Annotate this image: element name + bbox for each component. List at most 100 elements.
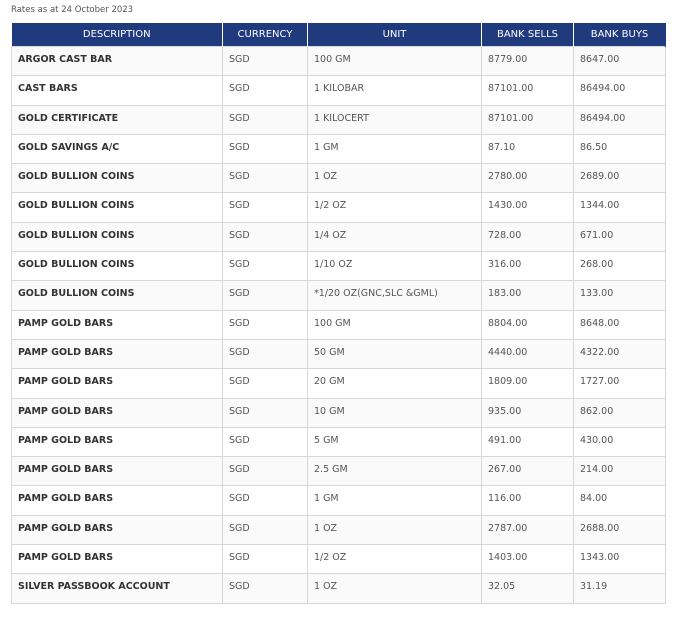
cell-unit: *1/20 OZ(GNC,SLC &GML) — [307, 280, 482, 311]
cell-bank-sells: 183.00 — [481, 280, 574, 311]
cell-bank-buys: 1343.00 — [573, 544, 666, 575]
cell-bank-buys: 86494.00 — [573, 75, 666, 106]
cell-bank-buys: 1344.00 — [573, 192, 666, 223]
cell-bank-buys: 133.00 — [573, 280, 666, 311]
cell-unit: 10 GM — [307, 397, 482, 428]
cell-unit: 5 GM — [307, 426, 482, 458]
cell-bank-sells: 32.05 — [481, 573, 574, 604]
cell-currency: SGD — [222, 192, 308, 223]
table-row: PAMP GOLD BARS SGD 1/2 OZ 1403.00 1343.0… — [11, 544, 666, 575]
table-row: GOLD SAVINGS A/C SGD 1 GM 87.10 86.50 — [11, 133, 666, 165]
cell-description: GOLD CERTIFICATE — [11, 104, 223, 135]
cell-bank-buys: 84.00 — [573, 485, 666, 516]
cell-bank-sells: 87101.00 — [481, 75, 574, 106]
cell-unit: 1 OZ — [307, 163, 482, 194]
cell-description: PAMP GOLD BARS — [11, 368, 223, 399]
cell-currency: SGD — [222, 456, 308, 487]
cell-bank-sells: 267.00 — [481, 456, 574, 487]
table-row: GOLD BULLION COINS SGD 1/2 OZ 1430.00 13… — [11, 192, 666, 223]
header-unit: UNIT — [307, 23, 482, 47]
cell-unit: 1 GM — [307, 485, 482, 516]
cell-bank-sells: 116.00 — [481, 485, 574, 516]
cell-bank-buys: 671.00 — [573, 221, 666, 253]
cell-unit: 2.5 GM — [307, 456, 482, 487]
cell-currency: SGD — [222, 338, 308, 370]
cell-currency: SGD — [222, 133, 308, 165]
table-row: SILVER PASSBOOK ACCOUNT SGD 1 OZ 32.05 3… — [11, 573, 666, 604]
cell-bank-buys: 214.00 — [573, 456, 666, 487]
cell-description: PAMP GOLD BARS — [11, 514, 223, 546]
cell-description: GOLD BULLION COINS — [11, 163, 223, 194]
cell-description: PAMP GOLD BARS — [11, 544, 223, 575]
cell-bank-buys: 4322.00 — [573, 338, 666, 370]
table-row: PAMP GOLD BARS SGD 1 GM 116.00 84.00 — [11, 485, 666, 516]
cell-description: ARGOR CAST BAR — [11, 45, 223, 77]
table-header: DESCRIPTION CURRENCY UNIT BANK SELLS BAN… — [11, 23, 666, 47]
table-row: PAMP GOLD BARS SGD 2.5 GM 267.00 214.00 — [11, 456, 666, 487]
cell-bank-sells: 2787.00 — [481, 514, 574, 546]
table-row: PAMP GOLD BARS SGD 50 GM 4440.00 4322.00 — [11, 338, 666, 370]
table-row: GOLD BULLION COINS SGD 1 OZ 2780.00 2689… — [11, 163, 666, 194]
cell-bank-sells: 1403.00 — [481, 544, 574, 575]
header-bank-sells: BANK SELLS — [481, 23, 574, 47]
cell-bank-sells: 935.00 — [481, 397, 574, 428]
cell-bank-sells: 87101.00 — [481, 104, 574, 135]
cell-bank-buys: 8648.00 — [573, 309, 666, 340]
cell-currency: SGD — [222, 544, 308, 575]
cell-currency: SGD — [222, 573, 308, 604]
cell-currency: SGD — [222, 280, 308, 311]
cell-description: PAMP GOLD BARS — [11, 485, 223, 516]
cell-unit: 1 GM — [307, 133, 482, 165]
table-row: PAMP GOLD BARS SGD 100 GM 8804.00 8648.0… — [11, 309, 666, 340]
cell-currency: SGD — [222, 104, 308, 135]
header-bank-buys: BANK BUYS — [573, 23, 666, 47]
cell-unit: 1/2 OZ — [307, 544, 482, 575]
cell-bank-sells: 491.00 — [481, 426, 574, 458]
cell-description: GOLD BULLION COINS — [11, 221, 223, 253]
table-row: GOLD BULLION COINS SGD *1/20 OZ(GNC,SLC … — [11, 280, 666, 311]
cell-unit: 1 OZ — [307, 573, 482, 604]
cell-currency: SGD — [222, 397, 308, 428]
table-row: CAST BARS SGD 1 KILOBAR 87101.00 86494.0… — [11, 75, 666, 106]
cell-bank-sells: 1809.00 — [481, 368, 574, 399]
cell-bank-buys: 430.00 — [573, 426, 666, 458]
table-row: PAMP GOLD BARS SGD 10 GM 935.00 862.00 — [11, 397, 666, 428]
cell-unit: 1/2 OZ — [307, 192, 482, 223]
table-row: ARGOR CAST BAR SGD 100 GM 8779.00 8647.0… — [11, 45, 666, 77]
cell-description: CAST BARS — [11, 75, 223, 106]
cell-bank-buys: 8647.00 — [573, 45, 666, 77]
cell-bank-buys: 2688.00 — [573, 514, 666, 546]
cell-bank-sells: 87.10 — [481, 133, 574, 165]
cell-bank-buys: 1727.00 — [573, 368, 666, 399]
table-row: GOLD BULLION COINS SGD 1/4 OZ 728.00 671… — [11, 221, 666, 253]
cell-bank-sells: 316.00 — [481, 251, 574, 282]
table-row: GOLD BULLION COINS SGD 1/10 OZ 316.00 26… — [11, 251, 666, 282]
cell-unit: 1 KILOCERT — [307, 104, 482, 135]
cell-description: PAMP GOLD BARS — [11, 456, 223, 487]
cell-unit: 100 GM — [307, 309, 482, 340]
cell-unit: 20 GM — [307, 368, 482, 399]
cell-description: GOLD BULLION COINS — [11, 251, 223, 282]
cell-bank-sells: 728.00 — [481, 221, 574, 253]
cell-description: PAMP GOLD BARS — [11, 426, 223, 458]
cell-bank-buys: 86.50 — [573, 133, 666, 165]
cell-bank-buys: 86494.00 — [573, 104, 666, 135]
rates-date-caption: Rates as at 24 October 2023 — [11, 5, 134, 15]
cell-description: GOLD BULLION COINS — [11, 280, 223, 311]
cell-bank-buys: 862.00 — [573, 397, 666, 428]
header-currency: CURRENCY — [222, 23, 308, 47]
cell-description: PAMP GOLD BARS — [11, 309, 223, 340]
cell-description: PAMP GOLD BARS — [11, 397, 223, 428]
cell-unit: 50 GM — [307, 338, 482, 370]
cell-unit: 1 KILOBAR — [307, 75, 482, 106]
table-row: PAMP GOLD BARS SGD 5 GM 491.00 430.00 — [11, 426, 666, 458]
cell-bank-sells: 2780.00 — [481, 163, 574, 194]
gold-rates-table: DESCRIPTION CURRENCY UNIT BANK SELLS BAN… — [11, 23, 666, 604]
cell-bank-sells: 4440.00 — [481, 338, 574, 370]
cell-description: SILVER PASSBOOK ACCOUNT — [11, 573, 223, 604]
cell-bank-buys: 2689.00 — [573, 163, 666, 194]
cell-currency: SGD — [222, 75, 308, 106]
cell-bank-sells: 8804.00 — [481, 309, 574, 340]
cell-bank-buys: 268.00 — [573, 251, 666, 282]
cell-currency: SGD — [222, 251, 308, 282]
